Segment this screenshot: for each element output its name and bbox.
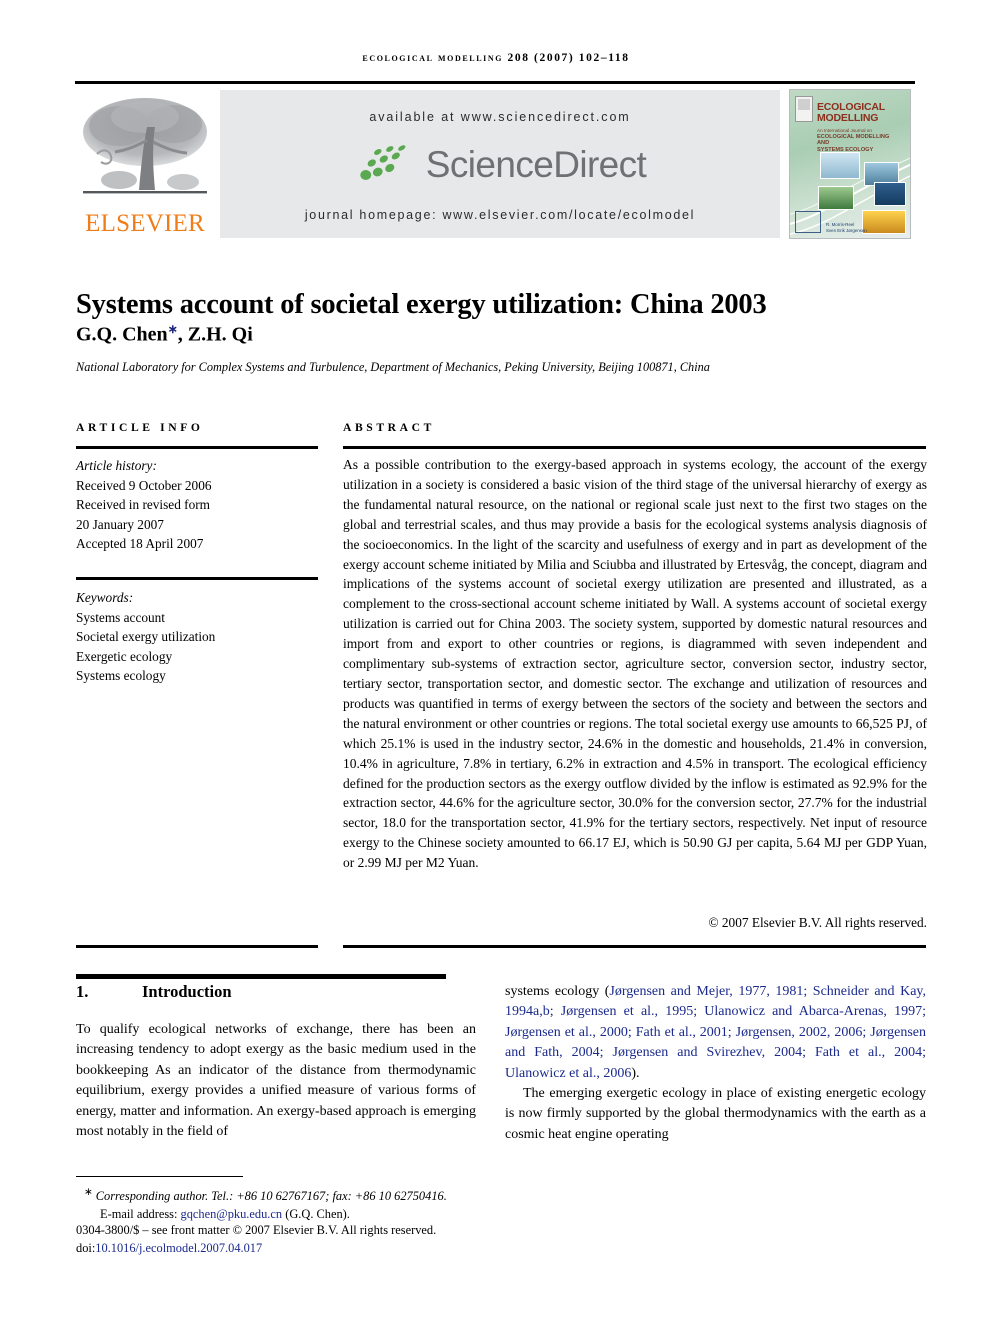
section-heading-introduction: 1. Introduction	[76, 982, 232, 1002]
author-primary: G.Q. Chen	[76, 323, 168, 346]
author-secondary: , Z.H. Qi	[177, 323, 253, 346]
abstract-rule-top	[343, 446, 926, 449]
keyword-item: Exergetic ecology	[76, 648, 173, 664]
imprint-block: 0304-3800/$ – see front matter © 2007 El…	[76, 1222, 516, 1257]
article-history-label: Article history:	[76, 458, 157, 473]
sciencedirect-wordmark: ScienceDirect	[425, 144, 647, 185]
intro-paragraph-1: systems ecology (Jørgensen and Mejer, 19…	[505, 982, 926, 1084]
cover-photo-4	[874, 182, 906, 206]
sciencedirect-logo: ScienceDirect	[354, 144, 647, 186]
footnote-block: ∗ Corresponding author. Tel.: +86 10 627…	[76, 1184, 496, 1223]
doi-label: doi:	[76, 1240, 96, 1255]
introduction-rule	[76, 974, 446, 979]
footnote-rule	[76, 1176, 243, 1178]
journal-homepage-text: journal homepage: www.elsevier.com/locat…	[304, 208, 696, 222]
cover-photo-3	[818, 186, 854, 210]
info-rule-top	[76, 446, 318, 449]
running-head: ECOLOGICAL MODELLING 208 (2007) 102–118	[362, 52, 630, 64]
email-owner: (G.Q. Chen).	[285, 1206, 350, 1221]
affiliation: National Laboratory for Complex Systems …	[76, 360, 710, 374]
abstract-rule-bottom	[343, 945, 926, 948]
doi-link[interactable]: 10.1016/j.ecolmodel.2007.04.017	[95, 1241, 262, 1255]
email-link[interactable]: gqchen@pku.edu.cn	[181, 1207, 283, 1221]
top-rule	[75, 81, 915, 84]
section-number: 1.	[76, 982, 89, 1001]
article-received: Received 9 October 2006	[76, 477, 212, 493]
cover-publisher-badge	[795, 96, 813, 122]
article-accepted: Accepted 18 April 2007	[76, 536, 204, 551]
abstract-text: As a possible contribution to the exergy…	[343, 457, 927, 871]
keywords-block: Keywords: Systems account Societal exerg…	[76, 588, 321, 686]
article-revised-label: Received in revised form	[76, 497, 211, 512]
cover-editors: R. Morris-Reel Sven Erik Jørgensen	[826, 222, 867, 233]
elsevier-tree-icon	[83, 98, 207, 194]
article-history: Article history: Received 9 October 2006…	[76, 456, 321, 554]
keyword-item: Systems ecology	[76, 668, 166, 683]
email-note: E-mail address: gqchen@pku.edu.cn (G.Q. …	[76, 1206, 496, 1224]
cover-photo-5	[862, 210, 906, 234]
info-rule-mid	[76, 577, 318, 580]
intro-right-column: systems ecology (Jørgensen and Mejer, 19…	[505, 982, 926, 1145]
intro-cite-tail: ).	[631, 1065, 640, 1081]
doi-line: doi:10.1016/j.ecolmodel.2007.04.017	[76, 1240, 516, 1258]
available-at-text: available at www.sciencedirect.com	[369, 110, 631, 124]
journal-cover-thumbnail: ECOLOGICAL MODELLING An International Jo…	[789, 89, 911, 239]
article-info-heading: ARTICLE INFO	[76, 421, 204, 434]
article-revised-date: 20 January 2007	[76, 516, 164, 532]
corresponding-author-text: Corresponding author. Tel.: +86 10 62767…	[95, 1189, 447, 1204]
info-rule-bottom	[76, 945, 318, 948]
sciencedirect-header-band: available at www.sciencedirect.com Scien…	[220, 90, 780, 238]
intro-left-column: To qualify ecological networks of exchan…	[76, 1022, 476, 1140]
cover-elsevier-mark	[795, 211, 821, 233]
keywords-label: Keywords:	[76, 590, 134, 605]
article-page: ECOLOGICAL MODELLING 208 (2007) 102–118	[0, 0, 992, 1323]
elsevier-logo: ELSEVIER	[79, 92, 211, 240]
intro-cite-lead: systems ecology (	[505, 984, 610, 999]
footnote-marker: ∗	[84, 1187, 93, 1198]
abstract-copyright: © 2007 Elsevier B.V. All rights reserved…	[708, 915, 927, 930]
keyword-item: Systems account	[76, 609, 166, 625]
intro-paragraph-2: The emerging exergetic ecology in place …	[505, 1086, 926, 1142]
sciencedirect-swoosh-icon	[360, 145, 406, 180]
cover-title: ECOLOGICAL MODELLING	[817, 101, 885, 124]
email-label: E-mail address:	[100, 1206, 178, 1221]
elsevier-wordmark: ELSEVIER	[85, 210, 205, 237]
section-title: Introduction	[142, 982, 232, 1001]
cover-photo-1	[820, 152, 860, 179]
author-list: G.Q. Chen∗, Z.H. Qi	[76, 322, 926, 347]
corresponding-author-marker: ∗	[167, 322, 178, 336]
abstract-heading: ABSTRACT	[343, 421, 435, 434]
keyword-item: Societal exergy utilization	[76, 629, 216, 644]
page-title: Systems account of societal exergy utili…	[76, 289, 767, 321]
front-matter-line: 0304-3800/$ – see front matter © 2007 El…	[76, 1223, 437, 1237]
corresponding-author-note: ∗ Corresponding author. Tel.: +86 10 627…	[76, 1184, 496, 1206]
